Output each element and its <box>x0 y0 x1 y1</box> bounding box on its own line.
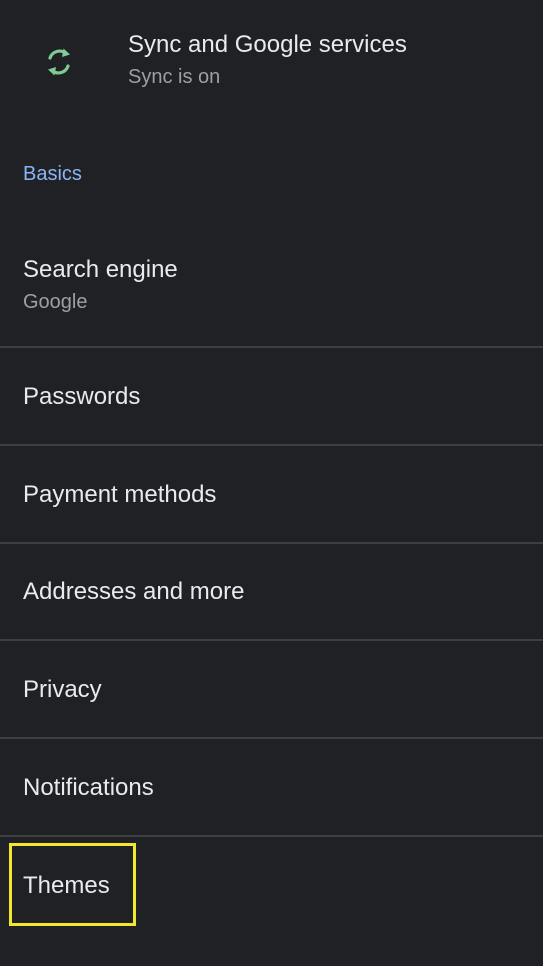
sync-icon <box>48 48 70 76</box>
addresses-and-more-label: Addresses and more <box>23 578 245 605</box>
section-header-basics: Basics <box>23 163 82 185</box>
passwords-item[interactable]: Passwords <box>0 348 543 444</box>
search-engine-value: Google <box>23 291 88 313</box>
payment-methods-item[interactable]: Payment methods <box>0 446 543 542</box>
notifications-label: Notifications <box>23 774 154 801</box>
sync-and-google-services-item[interactable]: Sync and Google services Sync is on <box>0 0 543 120</box>
passwords-label: Passwords <box>23 383 141 410</box>
notifications-item[interactable]: Notifications <box>0 739 543 835</box>
payment-methods-label: Payment methods <box>23 481 217 508</box>
highlight-box <box>9 843 136 926</box>
search-engine-item[interactable]: Search engine Google <box>0 230 543 346</box>
privacy-label: Privacy <box>23 676 102 703</box>
addresses-and-more-item[interactable]: Addresses and more <box>0 544 543 639</box>
privacy-item[interactable]: Privacy <box>0 641 543 737</box>
sync-title: Sync and Google services <box>128 31 407 58</box>
sync-status: Sync is on <box>128 66 221 88</box>
search-engine-label: Search engine <box>23 256 178 283</box>
